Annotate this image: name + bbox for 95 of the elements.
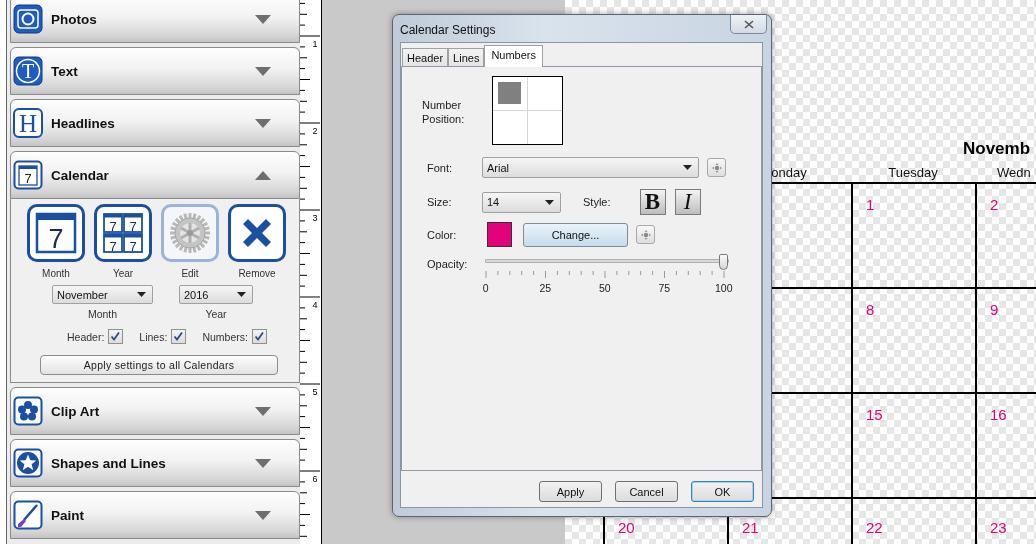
flower-icon: [13, 396, 43, 426]
day-number: 15: [866, 406, 883, 423]
panel-title: Headlines: [51, 115, 115, 131]
brush-icon: [13, 500, 43, 530]
camera-icon: [13, 4, 43, 34]
day-number: 21: [742, 519, 759, 536]
panel-title: Shapes and Lines: [51, 455, 166, 471]
tick-label: 25: [539, 282, 552, 294]
calendar-title: Novemb: [963, 138, 1032, 160]
day-number: 22: [866, 519, 883, 536]
size-dropdown[interactable]: 14: [482, 191, 561, 213]
checkbox[interactable]: [171, 329, 187, 344]
panel-title: Text: [51, 63, 78, 79]
move-button[interactable]: [636, 225, 655, 244]
tab[interactable]: Lines: [448, 48, 485, 67]
panel-header[interactable]: Paint: [10, 491, 300, 539]
font-dropdown[interactable]: Arial: [482, 157, 699, 178]
panel-header[interactable]: T Text: [10, 47, 300, 95]
ruler-number: 6: [312, 474, 318, 484]
tool-label: Year: [112, 268, 134, 280]
day-number: 23: [990, 519, 1007, 536]
tool-button[interactable]: 7 7 7 7: [94, 204, 152, 262]
weekday-label: Tuesday: [888, 165, 938, 182]
tool-label: Edit: [181, 268, 199, 280]
tool-label: Remove: [238, 268, 276, 280]
panel-header[interactable]: 7 Calendar: [10, 151, 300, 199]
field-label: Number Position:: [422, 97, 466, 126]
close-icon: [743, 19, 754, 29]
crosshair-icon: [640, 229, 651, 240]
weekday-label: onday: [771, 165, 807, 182]
calendar-icon: 7: [34, 211, 78, 255]
day-number: 16: [990, 406, 1007, 423]
ruler-number: 2: [312, 126, 318, 136]
tick-label: 50: [598, 282, 611, 294]
bold-button[interactable]: B: [639, 189, 666, 215]
panel-header[interactable]: H Headlines: [10, 99, 300, 147]
position-marker[interactable]: [493, 77, 528, 111]
panel-title: Clip Art: [51, 403, 100, 419]
field-label: Font:: [427, 161, 454, 174]
ruler-number: 1: [312, 39, 318, 49]
day-number: 2: [990, 196, 999, 213]
checkbox-label: Lines:: [139, 330, 168, 343]
crosshair-icon: [711, 162, 722, 173]
letter-icon: H: [13, 108, 43, 138]
caret-icon: [683, 165, 692, 170]
checkbox[interactable]: [251, 329, 267, 344]
tick-label: 100: [715, 282, 733, 294]
calendar-icon: 7: [13, 160, 43, 190]
dialog-button[interactable]: OK: [691, 481, 754, 502]
ruler-number: 3: [312, 213, 318, 223]
checkbox[interactable]: [108, 329, 124, 344]
window-title: Calendar Settings: [400, 23, 496, 37]
tool-button[interactable]: 7: [27, 204, 85, 262]
dropdown[interactable]: 2016: [179, 285, 253, 304]
color-swatch[interactable]: [487, 222, 512, 247]
letter-icon: T: [13, 56, 43, 86]
close-button[interactable]: [730, 15, 767, 34]
checkbox-label: Header:: [67, 330, 105, 343]
ruler-number: 5: [312, 387, 318, 397]
field-label: Style:: [583, 196, 611, 208]
panel-title: Paint: [51, 507, 84, 523]
field-label: Size:: [427, 196, 453, 208]
caret-icon: [545, 199, 554, 205]
day-number: 20: [618, 519, 635, 536]
gear-icon: [168, 211, 212, 255]
ruler-number: 4: [312, 300, 318, 310]
dialog-button[interactable]: Cancel: [615, 481, 678, 502]
tick-label: 0: [482, 282, 489, 294]
caret-icon: [137, 292, 146, 297]
checkbox-label: Numbers:: [202, 330, 248, 343]
italic-button[interactable]: I: [674, 189, 701, 215]
day-number: 1: [866, 196, 875, 213]
tool-label: Month: [42, 268, 70, 280]
field-label: Color:: [427, 228, 458, 241]
dropdown-label: Month: [87, 308, 118, 320]
tick-label: 75: [658, 282, 671, 294]
dropdown-label: Year: [205, 308, 227, 320]
apply-button[interactable]: Apply settings to all Calendars: [40, 355, 278, 375]
weekday-label: Wedn: [997, 165, 1031, 182]
day-number: 9: [990, 301, 999, 318]
tool-button[interactable]: [228, 204, 286, 262]
day-number: 8: [866, 301, 875, 318]
panel-title: Photos: [51, 11, 97, 27]
dialog-button[interactable]: Apply: [539, 481, 602, 502]
caret-icon: [237, 292, 246, 297]
slider-thumb[interactable]: [719, 254, 728, 270]
field-label: Opacity:: [427, 258, 469, 270]
change-button[interactable]: Change...: [523, 222, 628, 247]
dropdown[interactable]: November: [52, 285, 153, 304]
panel-header[interactable]: Photos: [10, 0, 300, 43]
panel-header[interactable]: Clip Art: [10, 387, 300, 435]
move-button[interactable]: [707, 158, 726, 177]
panel-title: Calendar: [51, 167, 109, 183]
tab[interactable]: Numbers: [484, 45, 543, 67]
panel-header[interactable]: Shapes and Lines: [10, 439, 300, 487]
